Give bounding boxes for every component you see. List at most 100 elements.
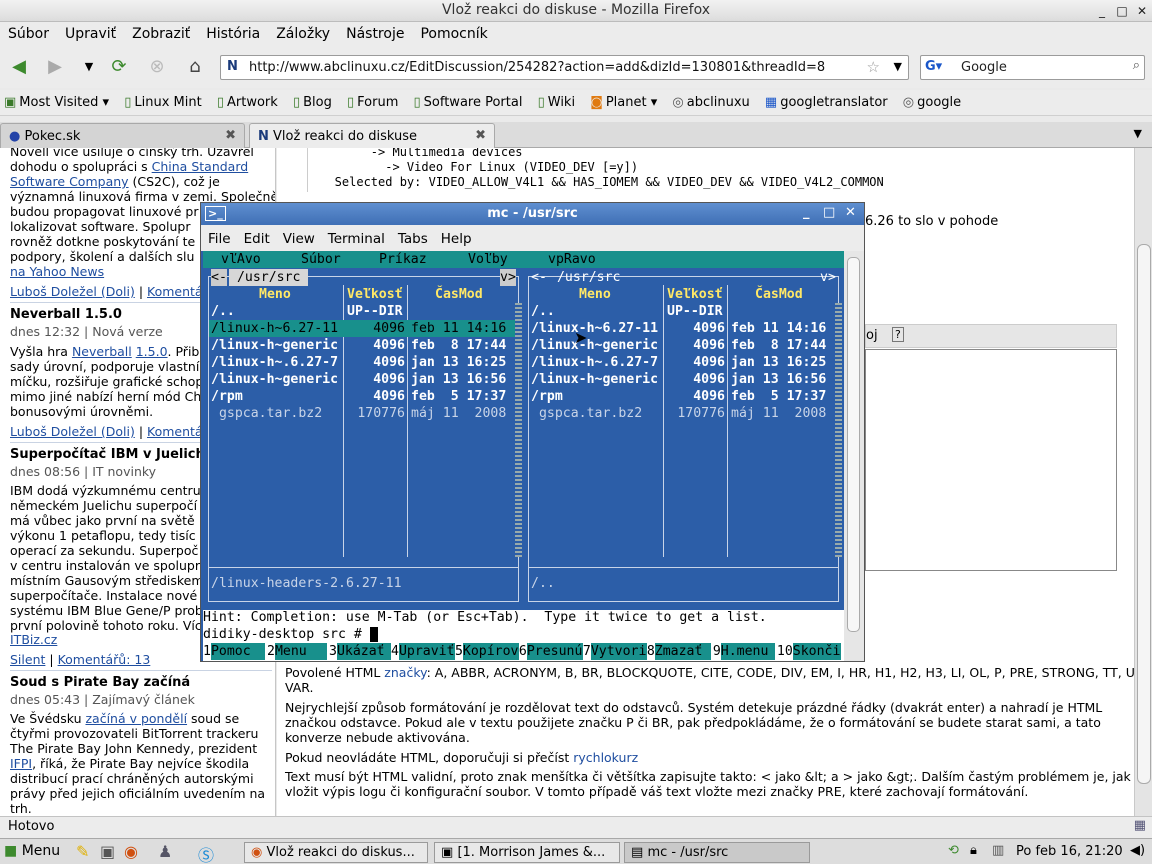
left-panel-prev[interactable]: <-: [211, 269, 227, 286]
reload-icon[interactable]: ⟳: [106, 54, 132, 80]
file-row-name[interactable]: /linux-h~generic: [211, 371, 338, 388]
left-col-size[interactable]: Veľkosť: [347, 286, 403, 303]
clock[interactable]: Po feb 16, 21:20: [1016, 844, 1123, 859]
terminal-scrollbar[interactable]: [844, 251, 864, 661]
maximize-icon[interactable]: □: [823, 205, 835, 220]
fkey-move[interactable]: Presunú: [526, 643, 583, 660]
mc-menu-options[interactable]: Voľby: [468, 251, 508, 268]
url-dropdown-icon[interactable]: ▼: [894, 60, 902, 73]
right-col-size[interactable]: Veľkosť: [667, 286, 723, 303]
taskbar-item-player[interactable]: ▣ [1. Morrison James &...: [434, 842, 620, 863]
taskbar-item-terminal[interactable]: ▤ mc - /usr/src: [624, 842, 810, 863]
mc-menu-file[interactable]: Súbor: [301, 251, 341, 268]
history-dropdown-icon[interactable]: ▼: [76, 54, 102, 80]
file-row-name[interactable]: /..: [531, 303, 555, 320]
menu-subor[interactable]: Súbor: [0, 22, 57, 46]
news-heading[interactable]: Neverball 1.5.0: [10, 307, 122, 322]
scroll-thumb[interactable]: [1137, 244, 1151, 784]
tab-vloz-reakci[interactable]: N Vlož reakci do diskuse ✖: [249, 123, 495, 149]
file-row-name[interactable]: /rpm: [531, 388, 563, 405]
right-col-time[interactable]: ČasMod: [755, 286, 803, 303]
author-link[interactable]: Luboš Doležel (Doli): [10, 284, 135, 299]
url-bar[interactable]: N http://www.abclinuxu.cz/EditDiscussion…: [220, 55, 909, 80]
terminal-menu-view[interactable]: View: [276, 225, 321, 247]
terminal-screen[interactable]: vľAvo Súbor Príkaz Voľby vpRavo <- /usr/…: [203, 251, 844, 661]
bookmark-abclinuxu[interactable]: ◎ abclinuxu: [668, 90, 756, 110]
file-row-name[interactable]: /rpm: [211, 388, 243, 405]
news-link[interactable]: IFPI: [10, 756, 32, 771]
close-tab-icon[interactable]: ✖: [225, 128, 236, 143]
bookmark-wiki[interactable]: ▯ Wiki: [534, 90, 582, 110]
news-link[interactable]: Neverball: [72, 344, 132, 359]
terminal-menu-help[interactable]: Help: [434, 225, 478, 247]
bookmark-google[interactable]: ◎ google: [899, 90, 968, 110]
menu-nastroje[interactable]: Nástroje: [338, 22, 412, 46]
menu-historia[interactable]: História: [198, 22, 268, 46]
addon-icon[interactable]: ▦: [1134, 818, 1146, 833]
bookmark-blog[interactable]: ▯ Blog: [289, 90, 339, 110]
left-panel-next[interactable]: v>: [500, 269, 516, 286]
bookmark-software-portal[interactable]: ▯ Software Portal: [410, 90, 530, 110]
minimize-icon[interactable]: _: [803, 205, 810, 220]
menu-zalozky[interactable]: Záložky: [268, 22, 338, 46]
file-row-name[interactable]: gspca.tar.bz2: [211, 405, 322, 422]
fkey-pulldown[interactable]: H.menu: [720, 643, 775, 660]
file-row-name[interactable]: /linux-h~.6.27-7: [531, 354, 658, 371]
file-row-name[interactable]: /linux-h~generic: [531, 337, 658, 354]
left-col-time[interactable]: ČasMod: [435, 286, 483, 303]
news-heading[interactable]: Soud s Pirate Bay začíná: [10, 675, 190, 690]
fkey-mkdir[interactable]: Vytvori: [590, 643, 647, 660]
file-row-name[interactable]: /..: [211, 303, 235, 320]
start-menu-button[interactable]: ■ Menu: [4, 843, 60, 859]
volume-tray-icon[interactable]: ◀): [1130, 843, 1145, 858]
right-col-name[interactable]: Meno: [579, 286, 611, 303]
notes-launcher-icon[interactable]: ✎: [76, 842, 89, 861]
fkey-menu[interactable]: Menu: [274, 643, 327, 660]
network-tray-icon[interactable]: ▥: [992, 843, 1004, 858]
right-panel-prev[interactable]: <-: [531, 269, 547, 286]
bookmark-planet[interactable]: ◙ Planet ▾: [586, 90, 664, 110]
news-heading[interactable]: Superpočítač IBM v Juelichu: [10, 447, 214, 462]
news-link[interactable]: China Standard: [152, 159, 249, 174]
comments-link[interactable]: Komentářů: 13: [58, 652, 151, 667]
file-row-name[interactable]: /linux-h~.6.27-7: [211, 354, 338, 371]
news-link[interactable]: začíná v pondělí: [85, 711, 187, 726]
close-icon[interactable]: ✕: [845, 205, 856, 220]
search-input[interactable]: Google: [961, 60, 1007, 75]
search-box[interactable]: G▾ Google ⌕: [920, 55, 1145, 80]
close-window-button[interactable]: ✕: [1134, 3, 1150, 19]
file-row-name[interactable]: /linux-h~generic: [211, 337, 338, 354]
taskbar-item-firefox[interactable]: ◉ Vlož reakci do diskus...: [244, 842, 428, 863]
file-row-name[interactable]: /linux-h~6.27-11: [211, 320, 338, 337]
news-link[interactable]: na Yahoo News: [10, 264, 104, 279]
close-tab-icon[interactable]: ✖: [475, 128, 486, 143]
firefox-launcher-icon[interactable]: ◉: [124, 842, 138, 861]
bookmark-googletranslator[interactable]: ▦ googletranslator: [761, 90, 895, 110]
fkey-help[interactable]: Pomoc: [210, 643, 265, 660]
terminal-menu-tabs[interactable]: Tabs: [391, 225, 434, 247]
terminal-menu-file[interactable]: File: [201, 225, 237, 247]
terminal-menu-edit[interactable]: Edit: [237, 225, 276, 247]
right-panel-next[interactable]: v>: [820, 269, 836, 286]
left-col-name[interactable]: Meno: [259, 286, 291, 303]
tab-list-icon[interactable]: ▼: [1134, 127, 1142, 140]
bookmark-most-visited[interactable]: ▣ Most Visited ▾: [0, 90, 116, 110]
file-row-name[interactable]: /linux-h~generic: [531, 371, 658, 388]
comments-link[interactable]: Komentá: [147, 424, 203, 439]
right-panel-scrollbar[interactable]: [835, 303, 842, 557]
fkey-edit[interactable]: Upraviť: [398, 643, 455, 660]
help-icon[interactable]: ?: [892, 327, 904, 342]
tab-pokec[interactable]: ● Pokec.sk ✖: [0, 123, 245, 148]
news-link[interactable]: Software Company: [10, 174, 129, 189]
mc-menu-left[interactable]: vľAvo: [221, 251, 261, 268]
mc-menu-right[interactable]: vpRavo: [548, 251, 596, 268]
lock-tray-icon[interactable]: 🔒︎: [970, 843, 977, 858]
shell-prompt[interactable]: didiky-desktop src #: [203, 626, 378, 643]
bookmark-artwork[interactable]: ▯ Artwork: [213, 90, 285, 110]
comments-link[interactable]: Komentá: [147, 284, 203, 299]
author-link[interactable]: Luboš Doležel (Doli): [10, 424, 135, 439]
left-panel-scrollbar[interactable]: [515, 303, 522, 557]
author-link[interactable]: Silent: [10, 652, 45, 667]
bookmark-linux-mint[interactable]: ▯ Linux Mint: [120, 90, 208, 110]
source-link[interactable]: ITBiz.cz: [10, 632, 57, 647]
